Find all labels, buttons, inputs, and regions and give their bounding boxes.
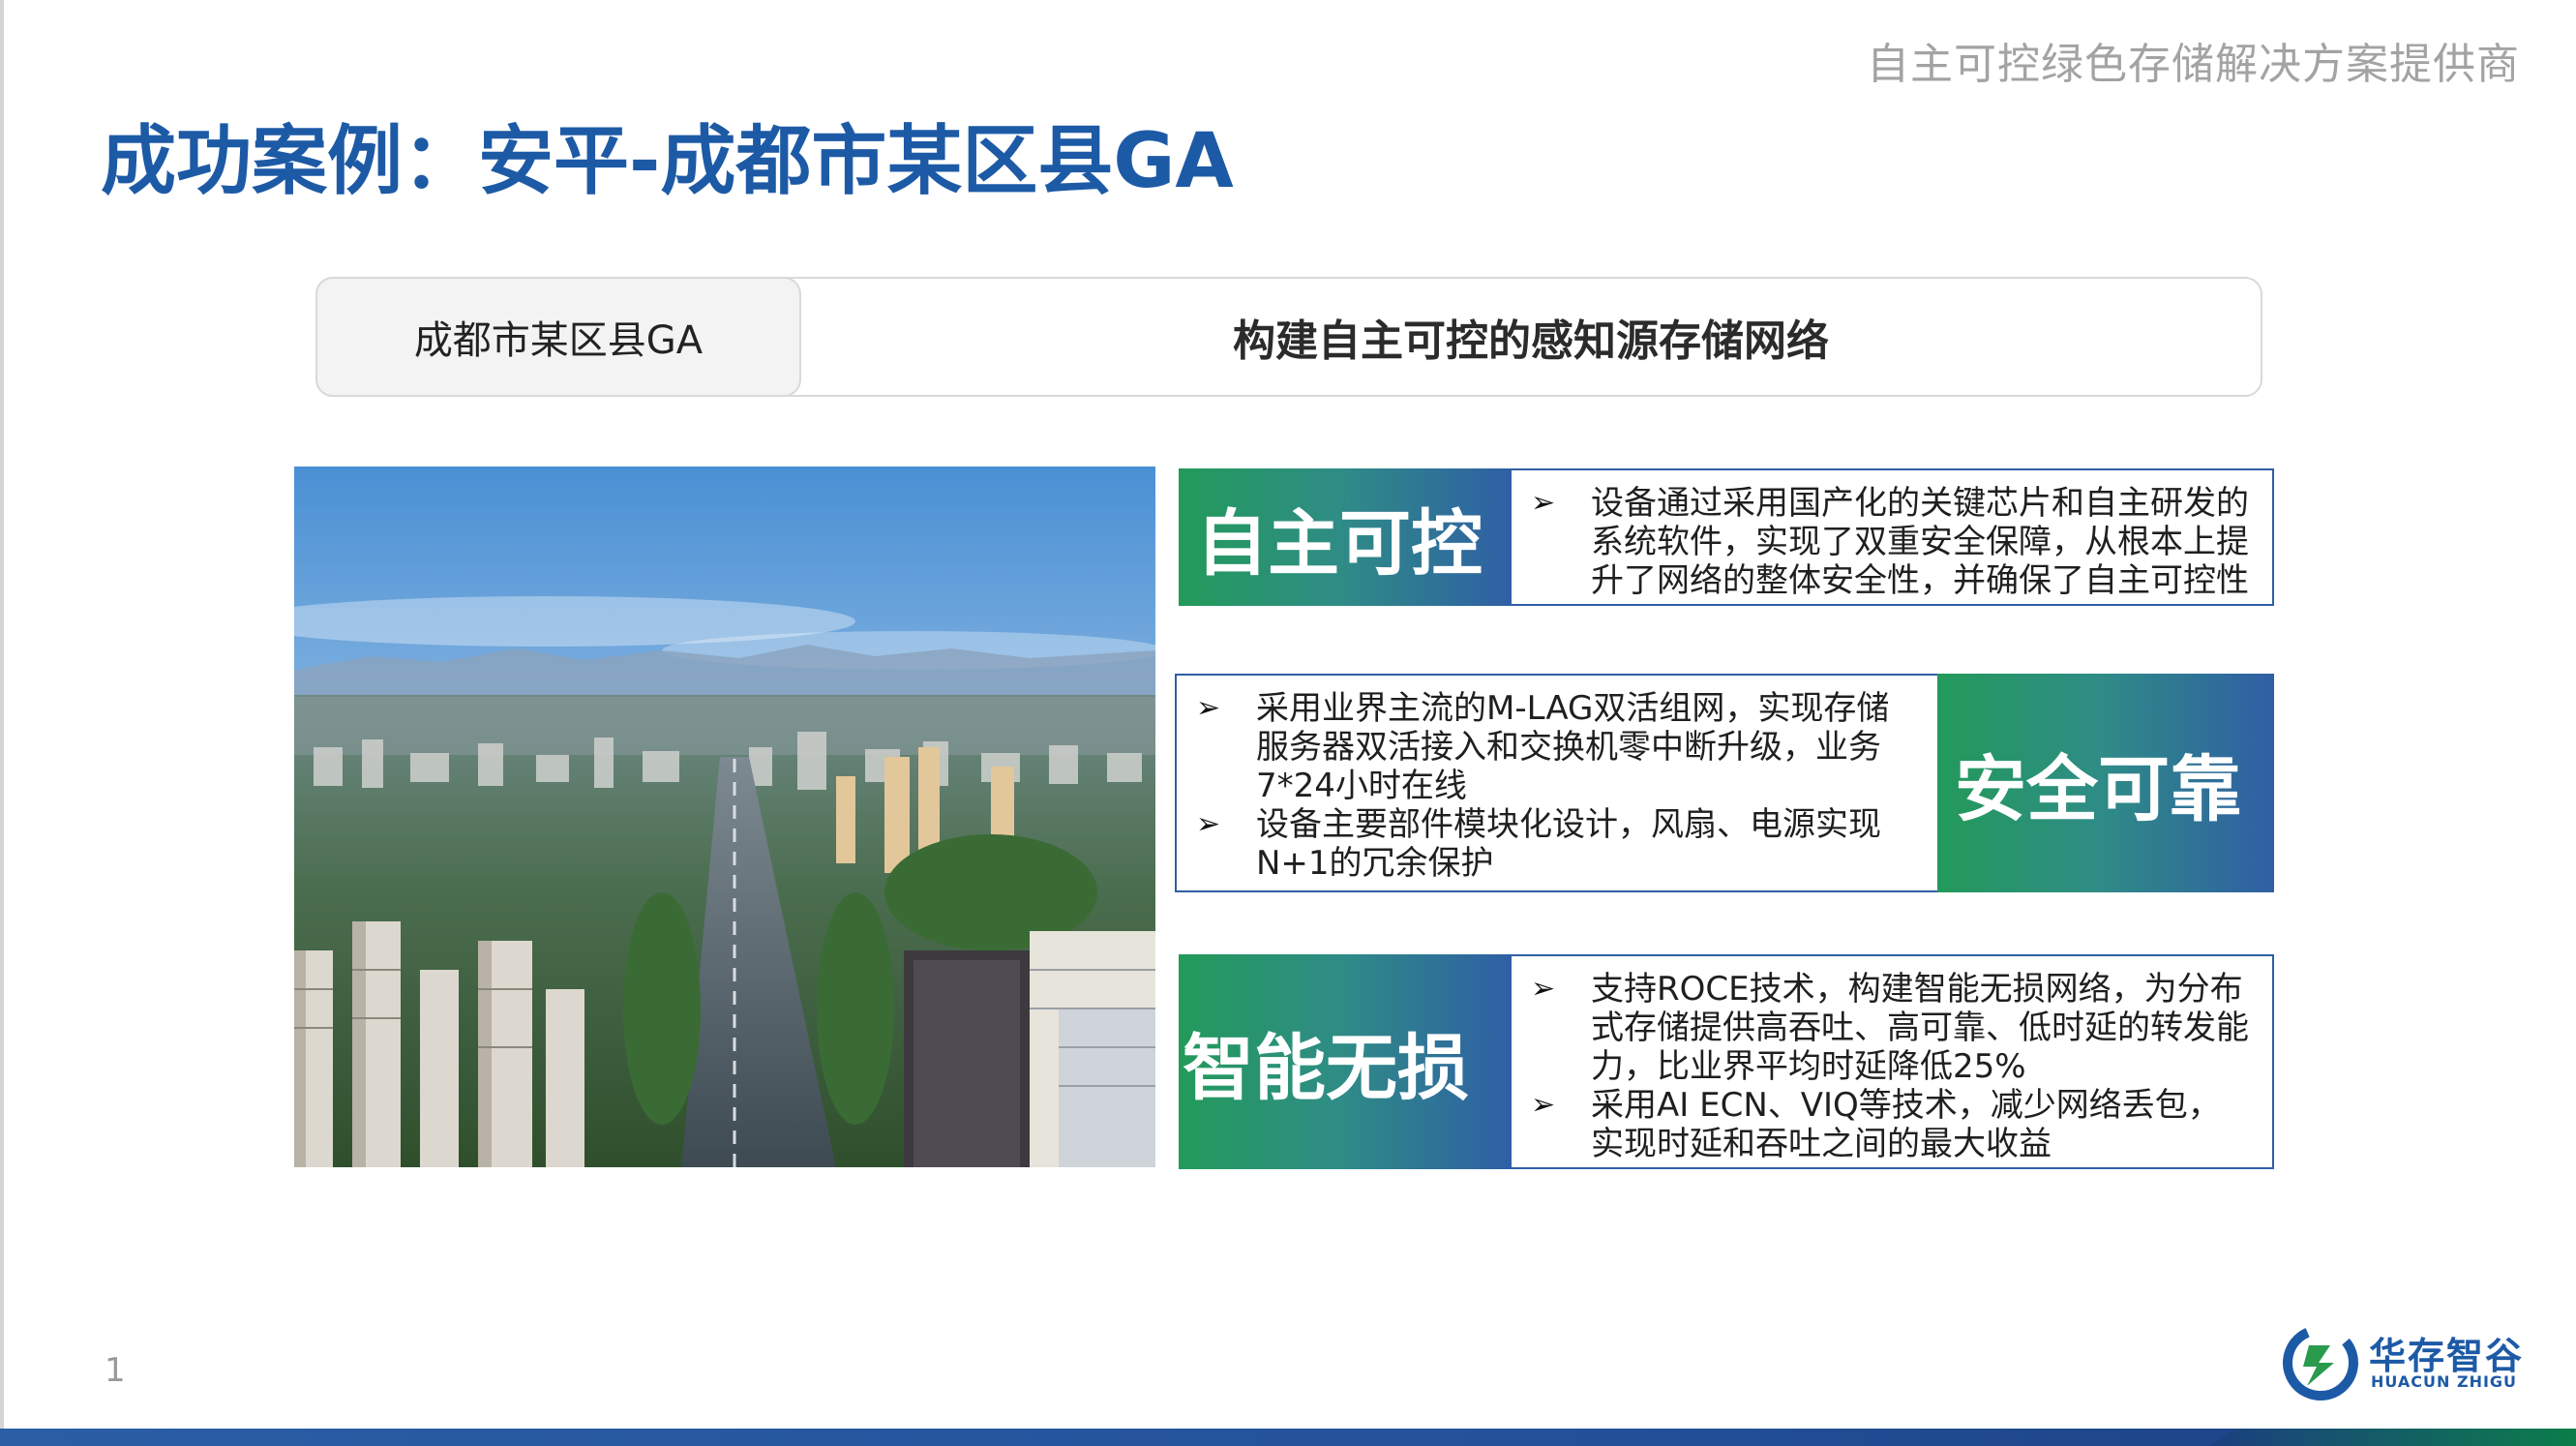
bullet-text: 采用业界主流的M-LAG双活组网，实现存储服务器双活接入和交换机零中断升级，业务…: [1256, 689, 1890, 805]
feature-desc-lossless: ➢ 支持ROCE技术，构建智能无损网络，为分布式存储提供高吞吐、高可靠、低时延的…: [1510, 954, 2274, 1169]
bullet-arrow-icon: ➢: [1531, 1088, 1556, 1122]
bullet-item: ➢ 采用AI ECN、VIQ等技术，减少网络丢包，实现时延和吞吐之间的最大收益: [1512, 1086, 2253, 1163]
logo-name-cn: 华存智谷: [2369, 1335, 2525, 1377]
bullet-arrow-icon: ➢: [1531, 486, 1556, 520]
bullet-item: ➢ 支持ROCE技术，构建智能无损网络，为分布式存储提供高吞吐、高可靠、低时延的…: [1512, 970, 2253, 1086]
bullet-arrow-icon: ➢: [1196, 691, 1221, 725]
case-heading: 构建自主可控的感知源存储网络: [1233, 316, 1829, 366]
company-logo: 华存智谷 HUACUN ZHIGU: [2280, 1322, 2531, 1409]
city-aerial-illustration: [294, 467, 1155, 1167]
footer-band: [0, 1429, 2576, 1446]
bullet-text: 设备通过采用国产化的关键芯片和自主研发的系统软件，实现了双重安全保障，从根本上提…: [1591, 484, 2249, 600]
feature-label-lossless: 智能无损: [1179, 954, 1513, 1169]
case-header-bar: 成都市某区县GA 构建自主可控的感知源存储网络: [315, 277, 2262, 397]
bullet-item: ➢ 采用业界主流的M-LAG双活组网，实现存储服务器双活接入和交换机零中断升级，…: [1177, 689, 1920, 805]
bullet-text: 采用AI ECN、VIQ等技术，减少网络丢包，实现时延和吞吐之间的最大收益: [1591, 1086, 2221, 1163]
bullet-text: 设备主要部件模块化设计，风扇、电源实现N+1的冗余保护: [1256, 805, 1881, 883]
bullet-arrow-icon: ➢: [1531, 972, 1556, 1006]
bullet-item: ➢ 设备主要部件模块化设计，风扇、电源实现N+1的冗余保护: [1177, 805, 1920, 883]
slide-left-edge: [0, 0, 4, 1446]
bullet-item: ➢ 设备通过采用国产化的关键芯片和自主研发的系统软件，实现了双重安全保障，从根本…: [1512, 484, 2253, 600]
feature-label-reliable: 安全可靠: [1937, 674, 2274, 892]
bullet-arrow-icon: ➢: [1196, 807, 1221, 841]
feature-label-text: 智能无损: [1183, 1026, 1469, 1110]
slide-title: 成功案例：安平-成都市某区县GA: [101, 118, 1234, 205]
logo-mark-icon: [2283, 1325, 2358, 1401]
logo-name-en: HUACUN ZHIGU: [2371, 1372, 2518, 1391]
feature-label-text: 安全可靠: [1955, 747, 2241, 831]
company-tagline: 自主可控绿色存储解决方案提供商: [1867, 40, 2520, 89]
page-number: 1: [105, 1351, 126, 1390]
city-aerial-photo: [294, 467, 1155, 1167]
feature-desc-reliable: ➢ 采用业界主流的M-LAG双活组网，实现存储服务器双活接入和交换机零中断升级，…: [1175, 674, 1941, 892]
case-client-label: 成都市某区县GA: [315, 277, 801, 397]
feature-desc-autonomous: ➢ 设备通过采用国产化的关键芯片和自主研发的系统软件，实现了双重安全保障，从根本…: [1510, 468, 2274, 606]
feature-label-autonomous: 自主可控: [1179, 468, 1513, 606]
bullet-text: 支持ROCE技术，构建智能无损网络，为分布式存储提供高吞吐、高可靠、低时延的转发…: [1591, 970, 2249, 1086]
footer-accent: [2208, 1429, 2576, 1446]
feature-label-text: 自主可控: [1196, 501, 1483, 586]
